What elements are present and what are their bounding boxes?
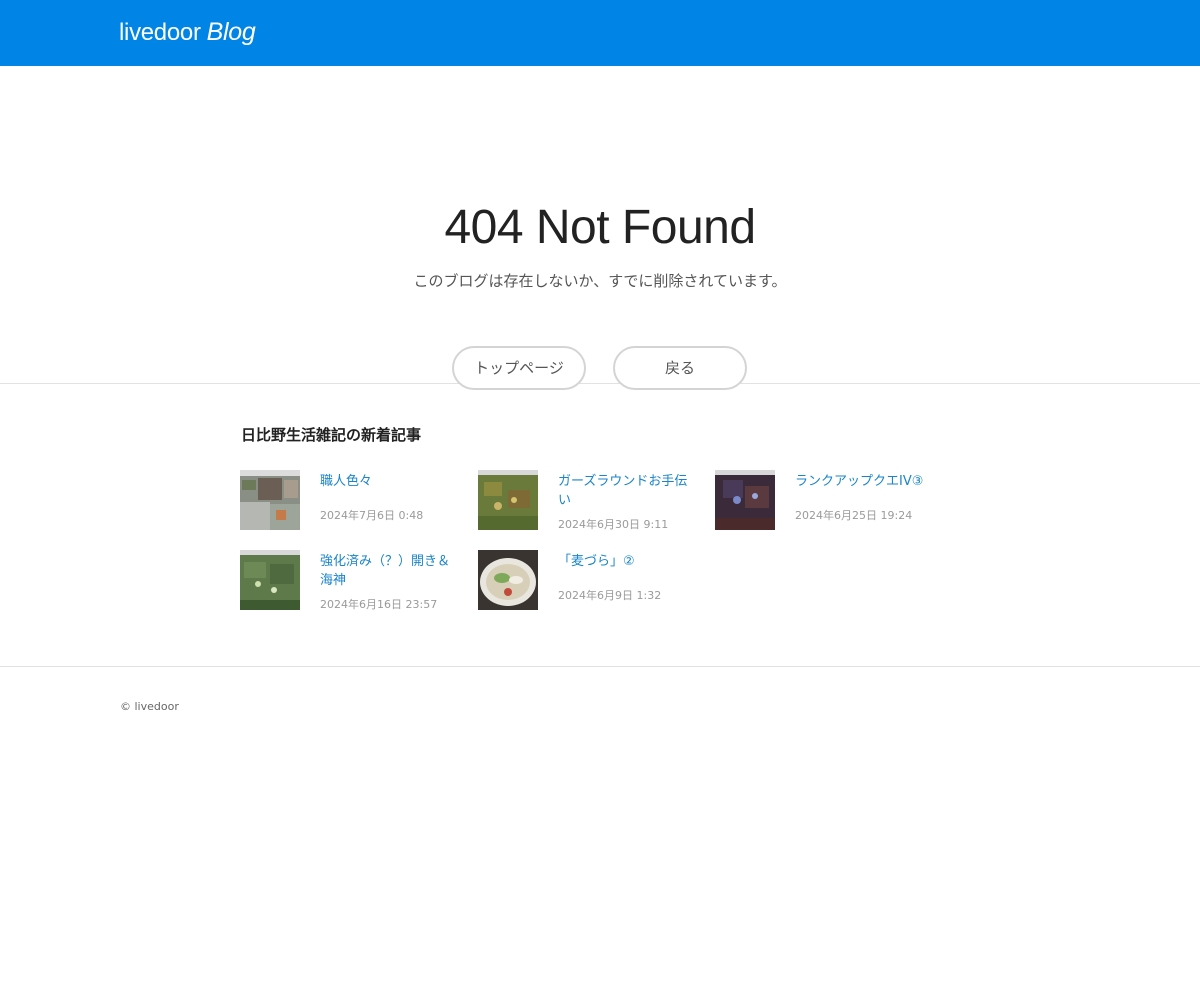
article-thumbnail[interactable] [240, 470, 300, 530]
article-date: 2024年6月9日 1:32 [558, 589, 662, 602]
article-title[interactable]: ガーズラウンドお手伝い [558, 472, 698, 510]
article-thumbnail[interactable] [478, 470, 538, 530]
footer-copyright: © livedoor [120, 700, 179, 713]
error-title: 404 Not Found [444, 201, 756, 254]
article-thumbnail[interactable] [478, 550, 538, 610]
article-thumbnail[interactable] [715, 470, 775, 530]
error-section: 404 Not Found このブログは存在しないか、すでに削除されています。 … [0, 66, 1200, 390]
article-title[interactable]: 職人色々 [320, 472, 460, 491]
recent-articles-heading: 日比野生活雑記の新着記事 [241, 426, 422, 444]
article-date: 2024年6月25日 19:24 [795, 509, 913, 522]
article-item: ランクアップクエIV③ 2024年6月25日 19:24 [715, 470, 935, 530]
logo-word-livedoor: livedoor [119, 19, 201, 46]
article-title[interactable]: 強化済み（？）開き＆海神 [320, 552, 460, 590]
livedoor-blog-logo[interactable]: livedoor Blog [119, 16, 256, 49]
back-button[interactable]: 戻る [613, 346, 747, 390]
article-date: 2024年7月6日 0:48 [320, 509, 424, 522]
article-item: ガーズラウンドお手伝い 2024年6月30日 9:11 [478, 470, 698, 531]
site-header: livedoor Blog [0, 0, 1200, 66]
article-thumbnail[interactable] [240, 550, 300, 610]
article-item: 職人色々 2024年7月6日 0:48 [240, 470, 460, 530]
error-message: このブログは存在しないか、すでに削除されています。 [413, 272, 787, 290]
article-title[interactable]: ランクアップクエIV③ [795, 472, 935, 491]
article-date: 2024年6月30日 9:11 [558, 518, 669, 531]
article-date: 2024年6月16日 23:57 [320, 598, 438, 611]
article-title[interactable]: 「麦づら」② [558, 552, 698, 571]
logo-word-blog: Blog [206, 18, 256, 46]
recent-articles-section: 日比野生活雑記の新着記事 職人色々 2024年7月6日 0:48 ガーズラウンド… [0, 385, 1200, 667]
top-page-button[interactable]: トップページ [452, 346, 586, 390]
article-item: 強化済み（？）開き＆海神 2024年6月16日 23:57 [240, 550, 460, 611]
article-item: 「麦づら」② 2024年6月9日 1:32 [478, 550, 698, 610]
